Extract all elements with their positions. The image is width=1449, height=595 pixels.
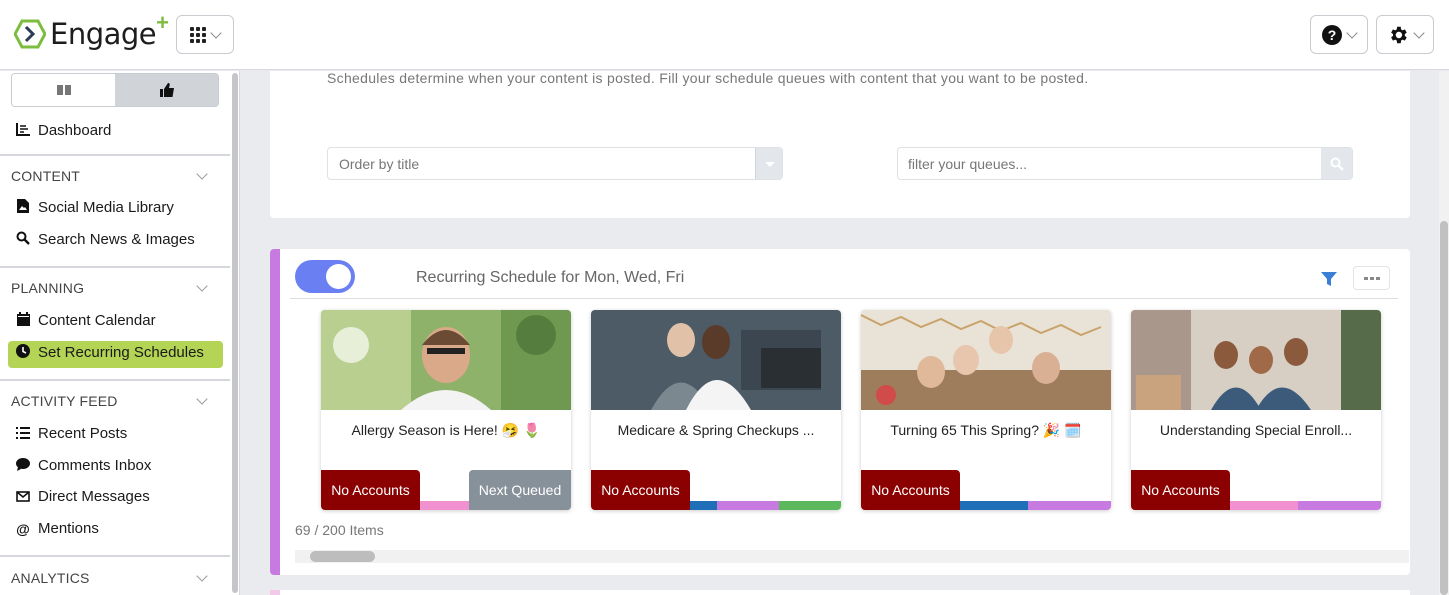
divider <box>0 555 230 557</box>
gear-icon <box>1391 26 1407 43</box>
comment-icon <box>16 457 30 474</box>
sidebar-item-label: Mentions <box>38 520 99 537</box>
card-image <box>861 310 1111 410</box>
sidebar-mode-toggle <box>11 73 219 107</box>
at-sign-icon: @ <box>16 520 30 537</box>
help-menu-button[interactable]: ? <box>1310 15 1368 54</box>
card-image <box>1131 310 1381 410</box>
app-name-suffix: + <box>156 10 169 35</box>
chart-icon <box>16 122 30 139</box>
sidebar-item-label: Search News & Images <box>38 231 195 248</box>
sidebar-item-mentions[interactable]: @ Mentions <box>16 520 99 537</box>
no-accounts-badge: No Accounts <box>591 470 690 510</box>
chevron-down-icon[interactable] <box>196 570 208 582</box>
next-queued-badge: Next Queued <box>469 470 571 510</box>
card-image <box>321 310 571 410</box>
schedules-header-panel: Schedules determine when your content is… <box>270 70 1410 218</box>
category-bars <box>690 501 841 510</box>
app-name: Engage <box>50 17 157 51</box>
order-by-select[interactable]: Order by title <box>327 147 783 180</box>
sidebar-item-label: Set Recurring Schedules <box>38 344 204 361</box>
sidebar-item-comments-inbox[interactable]: Comments Inbox <box>16 457 151 474</box>
no-accounts-badge: No Accounts <box>321 470 420 510</box>
apps-menu-button[interactable] <box>176 15 234 54</box>
recurring-schedule-panel: Recurring Schedule for Mon, Wed, Fri All… <box>270 249 1410 575</box>
section-content: CONTENT <box>11 168 81 184</box>
card-image <box>591 310 841 410</box>
sidebar-item-set-recurring-schedules[interactable]: Set Recurring Schedules <box>16 344 204 361</box>
sidebar-item-label: Direct Messages <box>38 488 150 505</box>
card-title: Turning 65 This Spring? 🎉 🗓️ <box>890 422 1082 438</box>
caret-down-icon[interactable] <box>755 148 782 179</box>
next-schedule-panel <box>270 590 1410 595</box>
sidebar-item-search-news-images[interactable]: Search News & Images <box>16 231 195 248</box>
divider <box>0 266 230 268</box>
content-card[interactable]: Understanding Special Enroll... No Accou… <box>1131 310 1381 510</box>
schedules-description: Schedules determine when your content is… <box>327 70 1089 86</box>
book-icon <box>56 85 71 95</box>
filter-queues-input[interactable] <box>898 148 1322 179</box>
order-by-placeholder: Order by title <box>339 156 420 172</box>
divider <box>0 379 230 381</box>
search-icon <box>16 231 30 248</box>
clock-icon <box>16 344 30 361</box>
category-bars <box>1230 501 1381 510</box>
sidebar-item-direct-messages[interactable]: Direct Messages <box>16 488 150 505</box>
search-button[interactable] <box>1321 148 1352 179</box>
calendar-icon <box>16 312 30 329</box>
chevron-down-icon[interactable] <box>196 393 208 405</box>
no-accounts-badge: No Accounts <box>1131 470 1230 510</box>
top-bar: Engage + ? <box>0 0 1449 70</box>
list-icon <box>16 426 30 442</box>
sidebar-item-content-calendar[interactable]: Content Calendar <box>16 312 156 329</box>
schedule-title: Recurring Schedule for Mon, Wed, Fri <box>416 269 685 286</box>
section-activity-feed: ACTIVITY FEED <box>11 393 118 409</box>
filter-icon[interactable] <box>1321 271 1337 287</box>
sidebar: Dashboard CONTENT Social Media Library S… <box>0 71 240 595</box>
content-card[interactable]: Medicare & Spring Checkups ... No Accoun… <box>591 310 841 510</box>
items-count: 69 / 200 Items <box>295 522 384 538</box>
section-analytics: ANALYTICS <box>11 570 90 586</box>
engage-logo[interactable]: Engage + <box>14 10 169 51</box>
thumbs-up-icon <box>159 83 174 97</box>
envelope-icon <box>16 489 30 505</box>
sidebar-item-social-media-library[interactable]: Social Media Library <box>16 199 174 216</box>
tab-engagement[interactable] <box>115 74 218 106</box>
grid-icon <box>190 26 206 43</box>
sidebar-scrollbar[interactable] <box>232 73 238 593</box>
sidebar-item-label: Social Media Library <box>38 199 174 216</box>
card-title: Medicare & Spring Checkups ... <box>617 422 815 438</box>
sidebar-item-recent-posts[interactable]: Recent Posts <box>16 425 127 442</box>
content-card[interactable]: Turning 65 This Spring? 🎉 🗓️ No Accounts <box>861 310 1111 510</box>
more-options-button[interactable] <box>1353 266 1390 290</box>
main-scrollbar[interactable] <box>1439 71 1449 595</box>
card-title: Understanding Special Enroll... <box>1159 422 1353 438</box>
chevron-down-icon <box>210 26 222 39</box>
question-icon: ? <box>1322 24 1342 45</box>
sidebar-item-label: Comments Inbox <box>38 457 152 474</box>
cards-horizontal-scrollbar[interactable] <box>295 550 1409 563</box>
sidebar-item-label: Recent Posts <box>38 425 128 442</box>
divider <box>290 298 1398 299</box>
chevron-down-icon <box>1413 26 1425 39</box>
chevron-down-icon[interactable] <box>196 280 208 292</box>
content-card[interactable]: Allergy Season is Here! 🤧 🌷 No Accounts … <box>321 310 571 510</box>
no-accounts-badge: No Accounts <box>861 470 960 510</box>
sidebar-item-label: Content Calendar <box>38 312 156 329</box>
divider <box>0 154 230 156</box>
sidebar-item-label: Dashboard <box>38 122 112 139</box>
tab-library[interactable] <box>12 74 115 106</box>
category-bars <box>960 501 1111 510</box>
sidebar-item-dashboard[interactable]: Dashboard <box>16 122 111 139</box>
search-icon <box>1330 157 1344 171</box>
chevron-down-icon[interactable] <box>196 168 208 180</box>
settings-menu-button[interactable] <box>1376 15 1434 54</box>
filter-queues-field <box>897 147 1353 180</box>
hexagon-logo-icon <box>14 19 46 49</box>
file-image-icon <box>16 199 30 216</box>
section-planning: PLANNING <box>11 280 85 296</box>
card-title: Allergy Season is Here! 🤧 🌷 <box>351 422 541 438</box>
chevron-down-icon <box>1346 26 1358 39</box>
schedule-enabled-toggle[interactable] <box>295 260 355 293</box>
